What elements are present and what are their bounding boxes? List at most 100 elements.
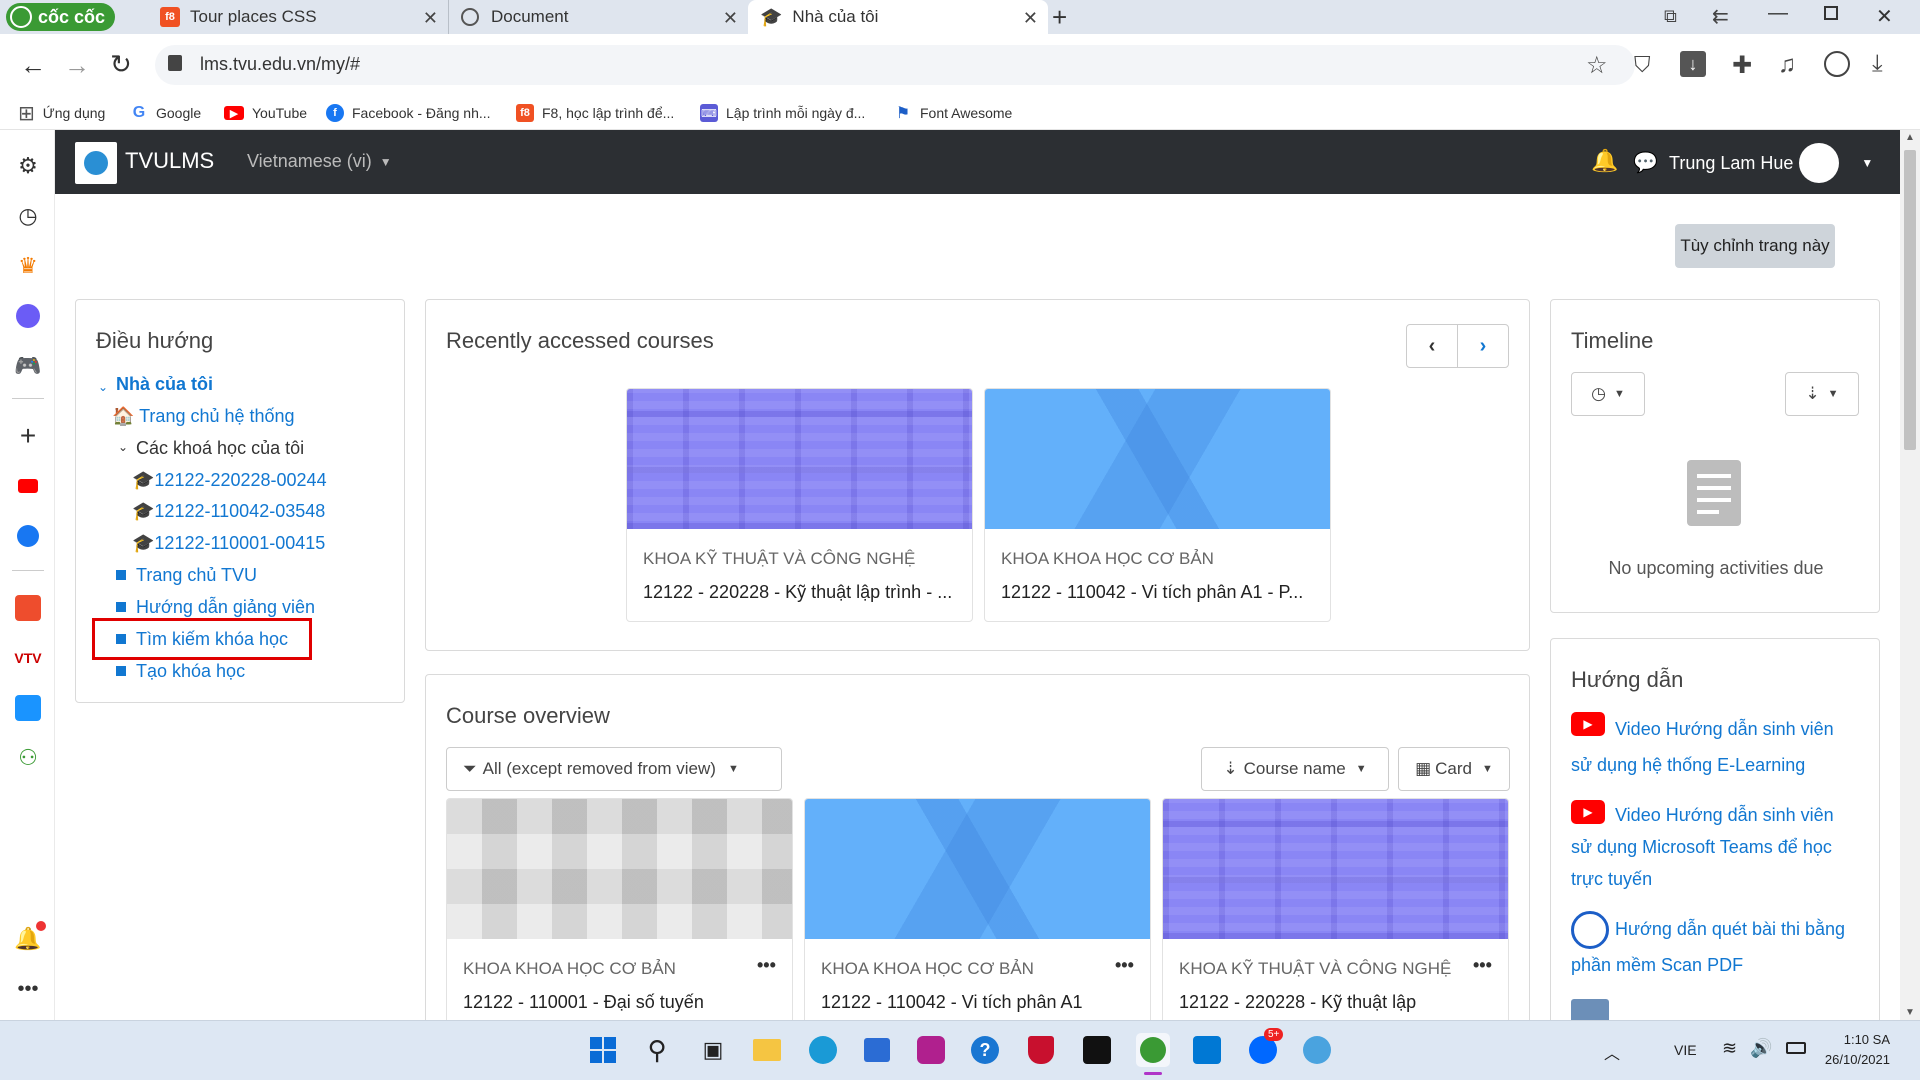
shield-icon[interactable]: ⛉ <box>1634 52 1651 78</box>
course-name[interactable]: 12122 - 110042 - Vi tích phân A1 - P... <box>1001 582 1321 603</box>
tiki-icon[interactable] <box>14 694 42 722</box>
maximize-icon[interactable] <box>1824 6 1838 20</box>
clock-date[interactable]: 26/10/2021 <box>1810 1052 1890 1067</box>
tray-chevron-up-icon[interactable]: ︿ <box>1604 1040 1620 1064</box>
view-dropdown[interactable]: ▦ Card ▼ <box>1398 747 1510 791</box>
prev-button[interactable]: ‹ <box>1406 324 1458 368</box>
bookmark-facebook[interactable]: f Facebook - Đăng nh... <box>326 98 491 128</box>
tab-tour-places[interactable]: f8 Tour places CSS ✕ <box>148 0 448 34</box>
office-icon[interactable] <box>914 1033 948 1067</box>
vtv-icon[interactable]: VTV <box>14 644 42 672</box>
task-view-icon[interactable]: ▣ <box>696 1033 730 1067</box>
scrollbar-thumb[interactable] <box>1904 150 1916 450</box>
mcafee-icon[interactable] <box>1024 1033 1058 1067</box>
window-close-icon[interactable]: ✕ <box>1876 4 1893 29</box>
coccoc-taskbar-icon[interactable] <box>1136 1033 1170 1067</box>
recent-course-card[interactable]: KHOA KỸ THUẬT VÀ CÔNG NGHỆ 12122 - 22022… <box>626 388 973 622</box>
site-name[interactable]: TVULMS <box>125 148 214 174</box>
more-options-icon[interactable]: ••• <box>1473 955 1492 976</box>
downloads-icon[interactable]: ⤓ <box>1872 50 1883 78</box>
history-icon[interactable]: ◷ <box>14 202 42 230</box>
start-icon[interactable] <box>586 1033 620 1067</box>
timeline-day-filter[interactable]: ◷ ▼ <box>1571 372 1645 416</box>
bookmark-font-awesome[interactable]: ⚑ Font Awesome <box>894 98 1013 128</box>
recent-course-card[interactable]: KHOA KHOA HỌC CƠ BẢN 12122 - 110042 - Vi… <box>984 388 1331 622</box>
more-options-icon[interactable]: ••• <box>757 955 776 976</box>
course-card[interactable]: KHOA KHOA HỌC CƠ BẢN ••• 12122 - 110001 … <box>446 798 793 1020</box>
tab-document[interactable]: Document ✕ <box>448 0 748 34</box>
coccoc-game-icon[interactable]: ⚇ <box>14 744 42 772</box>
close-icon[interactable]: ✕ <box>723 8 738 29</box>
reload-icon[interactable]: ↻ <box>110 49 132 80</box>
sort-dropdown[interactable]: ⇣ Course name ▼ <box>1201 747 1389 791</box>
nav-tvu-home[interactable]: Trang chủ TVU <box>116 565 257 586</box>
settings-icon[interactable]: ⚙ <box>14 152 42 180</box>
input-language[interactable]: VIE <box>1674 1042 1697 1058</box>
new-tab-icon[interactable]: + <box>1052 2 1067 33</box>
more-options-icon[interactable]: ••• <box>14 975 42 1003</box>
guide-link-elearning[interactable]: Video Hướng dẫn sinh viên sử dụng hệ thố… <box>1571 711 1871 783</box>
course-name[interactable]: 12122 - 110001 - Đại số tuyến <box>463 992 783 1013</box>
close-icon[interactable]: ✕ <box>423 8 438 29</box>
course-card[interactable]: KHOA KHOA HỌC CƠ BẢN ••• 12122 - 110042 … <box>804 798 1151 1020</box>
search-icon[interactable]: ⚲ <box>640 1033 674 1067</box>
screenshot-icon[interactable]: ⧉ <box>1664 6 1677 27</box>
user-menu[interactable]: Trung Lam Hue ▼ <box>1669 143 1873 183</box>
site-logo[interactable] <box>75 142 117 184</box>
garena-icon[interactable] <box>1080 1033 1114 1067</box>
facebook-panel-icon[interactable] <box>14 522 42 550</box>
close-icon[interactable]: ✕ <box>1023 8 1038 29</box>
download-page-icon[interactable]: ↓ <box>1680 51 1706 77</box>
nav-search-courses[interactable]: Tìm kiếm khóa học <box>116 629 288 650</box>
bookmark-apps[interactable]: ⊞ Ứng dụng <box>18 98 105 128</box>
nav-create-course[interactable]: Tạo khóa học <box>116 661 245 682</box>
edge-icon[interactable] <box>806 1033 840 1067</box>
expand-chevron-icon[interactable]: ⌄ <box>118 440 128 454</box>
scroll-down-icon[interactable]: ▼ <box>1905 1007 1915 1018</box>
notifications-bell-icon[interactable]: 🔔 <box>1591 148 1618 174</box>
help-icon[interactable]: ? <box>968 1033 1002 1067</box>
shopping-icon[interactable] <box>14 594 42 622</box>
minimize-icon[interactable]: — <box>1768 2 1788 25</box>
bookmark-f8[interactable]: f8 F8, học lập trình để... <box>516 98 674 128</box>
customise-page-button[interactable]: Tùy chỉnh trang này <box>1675 224 1835 268</box>
collapse-chevron-icon[interactable]: ⌄ <box>98 380 108 394</box>
course-name[interactable]: 12122 - 220228 - Kỹ thuật lập trình - ..… <box>643 582 963 603</box>
guide-link-teams[interactable]: Video Hướng dẫn sinh viên sử dụng Micros… <box>1571 799 1871 895</box>
bookmark-youtube[interactable]: ▶ YouTube <box>224 98 307 128</box>
nav-my-courses[interactable]: Các khoá học của tôi <box>136 438 304 459</box>
volume-icon[interactable]: 🔊 <box>1750 1038 1772 1059</box>
bookmark-google[interactable]: G Google <box>130 98 201 128</box>
store-icon[interactable] <box>860 1033 894 1067</box>
more-options-icon[interactable]: ••• <box>1115 955 1134 976</box>
messages-icon[interactable]: 💬 <box>1633 150 1658 175</box>
bookmark-star-icon[interactable]: ☆ <box>1586 51 1608 80</box>
scroll-up-icon[interactable]: ▲ <box>1905 132 1915 143</box>
battery-icon[interactable] <box>1786 1042 1806 1054</box>
profile-icon[interactable] <box>1824 51 1850 77</box>
crown-icon[interactable]: ♛ <box>14 252 42 280</box>
course-image[interactable] <box>1163 799 1508 939</box>
course-card[interactable]: KHOA KỸ THUẬT VÀ CÔNG NGHỆ ••• 12122 - 2… <box>1162 798 1509 1020</box>
nav-course-3[interactable]: 🎓12122-110001-00415 <box>132 533 325 554</box>
network-app-icon[interactable] <box>1300 1033 1334 1067</box>
course-image[interactable] <box>985 389 1330 529</box>
url-text[interactable]: lms.tvu.edu.vn/my/# <box>200 54 360 75</box>
language-menu[interactable]: Vietnamese (vi) ▼ <box>247 151 392 172</box>
nav-course-1[interactable]: 🎓12122-220228-00244 <box>132 470 327 491</box>
next-button[interactable]: › <box>1457 324 1509 368</box>
course-name[interactable]: 12122 - 110042 - Vi tích phân A1 <box>821 992 1141 1013</box>
youtube-panel-icon[interactable] <box>14 472 42 500</box>
nav-course-2[interactable]: 🎓12122-110042-03548 <box>132 501 325 522</box>
course-image[interactable] <box>447 799 792 939</box>
bookmark-lap-trinh[interactable]: ⌨ Lập trình mỗi ngày đ... <box>700 98 865 128</box>
nav-site-home[interactable]: 🏠 Trang chủ hệ thống <box>112 406 295 427</box>
tab-nha-cua-toi[interactable]: 🎓 Nhà của tôi ✕ <box>748 0 1048 34</box>
course-name[interactable]: 12122 - 220228 - Kỹ thuật lập <box>1179 992 1499 1013</box>
messenger-icon[interactable] <box>14 302 42 330</box>
course-image[interactable] <box>805 799 1150 939</box>
media-icon[interactable]: ♫ <box>1778 51 1796 79</box>
clock-time[interactable]: 1:10 SA <box>1820 1032 1890 1047</box>
url-bar[interactable] <box>155 45 1635 85</box>
extensions-icon[interactable]: ✚ <box>1732 51 1752 80</box>
